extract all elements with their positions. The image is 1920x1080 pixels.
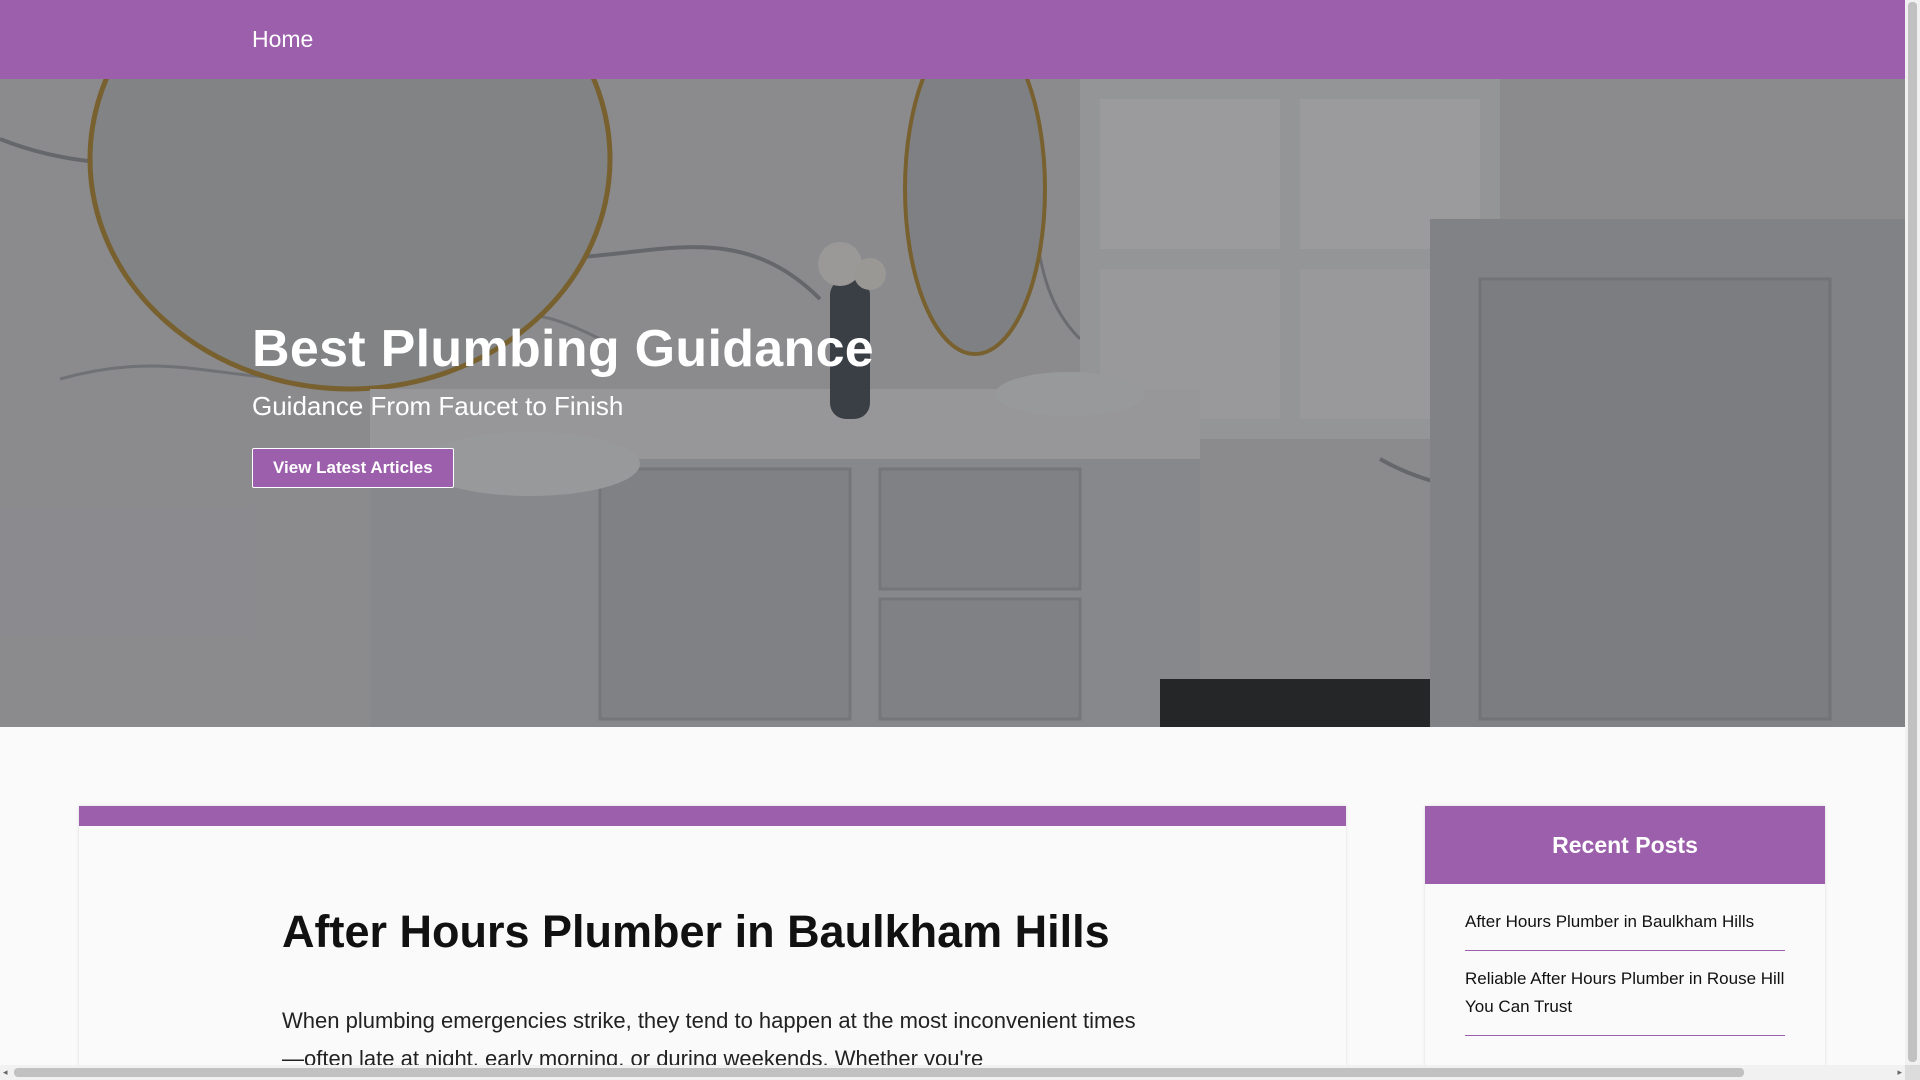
recent-posts-sidebar: Recent Posts After Hours Plumber in Baul… [1425,806,1825,1065]
article-card: After Hours Plumber in Baulkham Hills Wh… [79,806,1346,1065]
scroll-right-arrow-icon[interactable]: ▸ [1897,1067,1902,1078]
article-accent-bar [79,806,1346,826]
hero-subtitle: Guidance From Faucet to Finish [252,391,624,421]
view-latest-articles-button[interactable]: View Latest Articles [252,448,454,488]
horizontal-scrollbar-thumb[interactable] [14,1068,1744,1077]
article-title: After Hours Plumber in Baulkham Hills [282,906,1110,957]
hero-banner: Best Plumbing Guidance Guidance From Fau… [0,79,1905,727]
vertical-scrollbar-thumb[interactable] [1908,2,1917,1062]
top-navigation-bar: Home [0,0,1905,79]
scroll-left-arrow-icon[interactable]: ◂ [3,1067,8,1078]
nav-home-link[interactable]: Home [252,26,313,53]
recent-post-link[interactable]: Reliable After Hours Plumber in Rouse Hi… [1465,951,1785,1036]
article-intro-text: When plumbing emergencies strike, they t… [282,1008,1136,1065]
recent-posts-heading: Recent Posts [1425,806,1825,884]
vertical-scrollbar[interactable] [1905,0,1920,1065]
scrollbar-corner [1905,1065,1920,1080]
recent-post-link[interactable]: After Hours Plumber in Baulkham Hills [1465,884,1785,951]
recent-posts-list: After Hours Plumber in Baulkham Hills Re… [1425,884,1825,1036]
horizontal-scrollbar[interactable]: ◂ ▸ [0,1065,1905,1080]
hero-title: Best Plumbing Guidance [252,320,875,378]
page-viewport: Home Best Plumbing Guidance Guidance Fro… [0,0,1905,1065]
